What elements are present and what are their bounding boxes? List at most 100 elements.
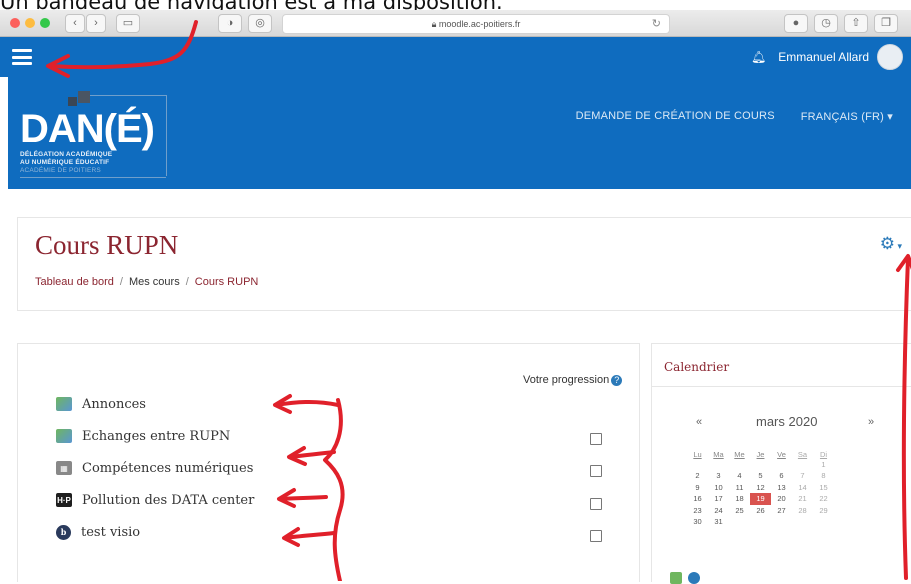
calendar-day[interactable]: 21 bbox=[792, 493, 813, 505]
completion-checkbox[interactable] bbox=[590, 433, 602, 445]
calendar-day[interactable]: 25 bbox=[729, 505, 750, 517]
h5p-icon: H·P bbox=[56, 493, 72, 507]
avatar[interactable] bbox=[877, 44, 903, 70]
calendar-day[interactable]: 22 bbox=[813, 493, 834, 505]
competency-icon: ▦ bbox=[56, 461, 72, 475]
activity-label[interactable]: Pollution des DATA center bbox=[82, 493, 254, 508]
calendar-day bbox=[687, 459, 708, 471]
calendar-next-button[interactable]: » bbox=[868, 416, 874, 428]
lock-icon: 🔒︎ bbox=[431, 19, 439, 29]
calendar-day-today[interactable]: 19 bbox=[750, 493, 771, 505]
calendar-weekday-row: Lu Ma Me Je Ve Sa Di bbox=[687, 447, 834, 459]
logo-underline bbox=[20, 177, 166, 178]
calendar-week-row: 30 31 bbox=[687, 516, 834, 528]
calendar-day bbox=[750, 516, 771, 528]
sidebar-icon[interactable]: ▭ bbox=[116, 14, 140, 33]
forward-button[interactable]: › bbox=[86, 14, 106, 33]
calendar-day[interactable]: 28 bbox=[792, 505, 813, 517]
back-button[interactable]: ‹ bbox=[65, 14, 85, 33]
activity-competences[interactable]: ▦ Compétences numériques bbox=[56, 458, 253, 478]
calendar-day[interactable]: 3 bbox=[708, 470, 729, 482]
activity-label[interactable]: Compétences numériques bbox=[82, 461, 253, 476]
calendar-day[interactable]: 31 bbox=[708, 516, 729, 528]
calendar-day[interactable]: 2 bbox=[687, 470, 708, 482]
breadcrumb-course[interactable]: Cours RUPN bbox=[195, 276, 259, 288]
globe-icon[interactable] bbox=[688, 572, 700, 584]
calendar-day[interactable]: 14 bbox=[792, 482, 813, 494]
calendar-day[interactable]: 7 bbox=[792, 470, 813, 482]
breadcrumb-separator: / bbox=[119, 276, 123, 288]
activity-echanges[interactable]: Echanges entre RUPN bbox=[56, 426, 230, 446]
calendar-day[interactable]: 17 bbox=[708, 493, 729, 505]
calendar-week-row: 1 bbox=[687, 459, 834, 471]
site-header: DAN(É) DÉLÉGATION ACADÉMIQUE AU NUMÉRIQU… bbox=[8, 77, 911, 189]
calendar-day[interactable]: 27 bbox=[771, 505, 792, 517]
share-icon[interactable]: ⇧ bbox=[844, 14, 868, 33]
calendar-day[interactable]: 26 bbox=[750, 505, 771, 517]
breadcrumb-my-courses[interactable]: Mes cours bbox=[129, 276, 180, 288]
calendar-week-row: 2345678 bbox=[687, 470, 834, 482]
activity-test-visio[interactable]: b test visio bbox=[56, 522, 140, 542]
user-name[interactable]: Emmanuel Allard bbox=[778, 50, 869, 64]
breadcrumb-dashboard[interactable]: Tableau de bord bbox=[35, 276, 114, 288]
divider bbox=[652, 386, 911, 387]
completion-checkbox[interactable] bbox=[590, 498, 602, 510]
calendar-day[interactable]: 5 bbox=[750, 470, 771, 482]
logo-square-icon-2 bbox=[78, 91, 90, 103]
calendar-day[interactable]: 4 bbox=[729, 470, 750, 482]
eye-icon[interactable] bbox=[670, 572, 682, 584]
downloads-icon[interactable]: ● bbox=[784, 14, 808, 33]
bell-icon[interactable]: 🔔︎ bbox=[751, 50, 766, 64]
gear-icon[interactable]: ⚙ ▾ bbox=[880, 234, 902, 254]
activity-announcements[interactable]: Annonces bbox=[56, 394, 146, 414]
calendar-day[interactable]: 16 bbox=[687, 493, 708, 505]
logo-line-1: DÉLÉGATION ACADÉMIQUE bbox=[20, 151, 113, 158]
calendar-grid: Lu Ma Me Je Ve Sa Di 1 2 3 4 5 6 7 8 9 10 11 12 13 14 15 16 17 1… bbox=[687, 447, 834, 528]
calendar-day[interactable]: 15 bbox=[813, 482, 834, 494]
calendar-day[interactable]: 10 bbox=[708, 482, 729, 494]
completion-checkbox[interactable] bbox=[590, 530, 602, 542]
user-menu[interactable]: 🔔︎ Emmanuel Allard bbox=[751, 44, 903, 70]
calendar-icons bbox=[670, 572, 700, 584]
activity-pollution[interactable]: H·P Pollution des DATA center bbox=[56, 490, 254, 510]
language-label: FRANÇAIS (FR) bbox=[800, 111, 884, 123]
language-menu[interactable]: FRANÇAIS (FR) ▾ bbox=[801, 110, 893, 123]
browser-toolbar: ‹ › ▭ ◑ ◎ 🔒︎ moodle.ac-poitiers.fr ↻ ● ◷… bbox=[0, 10, 911, 37]
calendar-day[interactable]: 20 bbox=[771, 493, 792, 505]
minimize-window-button[interactable] bbox=[25, 18, 35, 28]
calendar-day[interactable]: 12 bbox=[750, 482, 771, 494]
activity-label[interactable]: Annonces bbox=[82, 397, 146, 412]
activity-label[interactable]: test visio bbox=[81, 525, 140, 540]
help-icon[interactable]: ? bbox=[611, 374, 623, 386]
calendar-day[interactable]: 30 bbox=[687, 516, 708, 528]
address-bar[interactable]: 🔒︎ moodle.ac-poitiers.fr ↻ bbox=[282, 14, 670, 34]
logo-line-2: AU NUMÉRIQUE ÉDUCATIF bbox=[20, 159, 110, 166]
calendar-week-row: 23 24 25 26 27 28 29 bbox=[687, 505, 834, 517]
calendar-day[interactable]: 9 bbox=[687, 482, 708, 494]
extension-icon-2[interactable]: ◎ bbox=[248, 14, 272, 33]
dane-logo[interactable]: DAN(É) DÉLÉGATION ACADÉMIQUE AU NUMÉRIQU… bbox=[20, 89, 170, 179]
maximize-window-button[interactable] bbox=[40, 18, 50, 28]
logo-text: DAN(É) bbox=[20, 107, 155, 151]
calendar-day[interactable]: 29 bbox=[813, 505, 834, 517]
completion-checkbox[interactable] bbox=[590, 465, 602, 477]
calendar-day[interactable]: 1 bbox=[813, 459, 834, 471]
calendar-day[interactable]: 11 bbox=[729, 482, 750, 494]
extension-icon[interactable]: ◑ bbox=[218, 14, 242, 33]
calendar-day[interactable]: 6 bbox=[771, 470, 792, 482]
course-request-link[interactable]: DEMANDE DE CRÉATION DE COURS bbox=[576, 110, 775, 123]
reload-icon[interactable]: ↻ bbox=[652, 15, 661, 33]
calendar-prev-button[interactable]: « bbox=[696, 416, 702, 428]
calendar-day[interactable]: 18 bbox=[729, 493, 750, 505]
calendar-day[interactable]: 8 bbox=[813, 470, 834, 482]
breadcrumb: Tableau de bord / Mes cours / Cours RUPN bbox=[35, 276, 258, 288]
page-title: Cours RUPN bbox=[35, 230, 179, 260]
calendar-day[interactable]: 23 bbox=[687, 505, 708, 517]
hamburger-menu-icon[interactable] bbox=[12, 49, 32, 65]
activity-label[interactable]: Echanges entre RUPN bbox=[82, 429, 230, 444]
calendar-day[interactable]: 13 bbox=[771, 482, 792, 494]
calendar-day[interactable]: 24 bbox=[708, 505, 729, 517]
history-icon[interactable]: ◷ bbox=[814, 14, 838, 33]
tabs-icon[interactable]: ❐ bbox=[874, 14, 898, 33]
close-window-button[interactable] bbox=[10, 18, 20, 28]
